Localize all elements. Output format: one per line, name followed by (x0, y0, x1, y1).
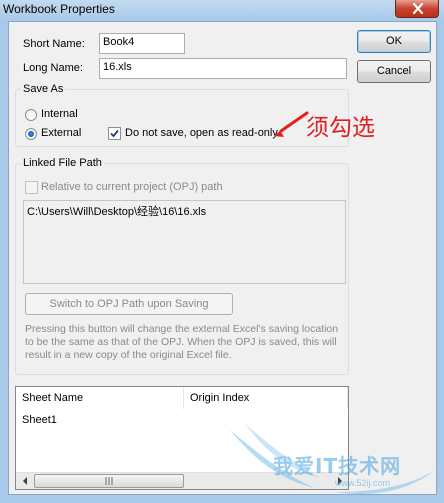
close-button[interactable] (395, 0, 439, 18)
relative-path-checkbox[interactable] (25, 181, 38, 194)
annotation-text: 须勾选 (306, 115, 375, 141)
chevron-left-icon (22, 477, 27, 485)
long-name-input[interactable]: 16.xls (99, 58, 347, 79)
close-icon (412, 3, 424, 14)
linked-path-group-label: Linked File Path (21, 157, 104, 169)
radio-external[interactable] (25, 128, 37, 140)
red-arrow-icon (274, 111, 309, 137)
scrollbar-thumb[interactable] (34, 474, 184, 488)
relative-path-label: Relative to current project (OPJ) path (41, 181, 223, 193)
short-name-input[interactable]: Book4 (99, 33, 185, 54)
radio-external-label: External (41, 127, 82, 139)
long-name-label: Long Name: (23, 62, 83, 74)
radio-internal[interactable] (25, 109, 37, 121)
window-title: Workbook Properties (3, 2, 115, 16)
sheet-name-cell: Sheet1 (22, 414, 57, 426)
column-header-origin-index[interactable]: Origin Index (184, 387, 348, 409)
linked-path-display: C:\Users\Will\Desktop\经验\16\16.xls (23, 200, 346, 284)
short-name-value: Book4 (103, 36, 135, 48)
watermark-text: 我爱IT技术网 (273, 454, 402, 478)
title-bar[interactable]: Workbook Properties (0, 0, 444, 20)
switch-path-button[interactable]: Switch to OPJ Path upon Saving (25, 293, 233, 315)
linked-path-value: C:\Users\Will\Desktop\经验\16\16.xls (27, 206, 207, 218)
save-as-group-label: Save As (21, 83, 66, 95)
switch-path-help-text: Pressing this button will change the ext… (25, 323, 339, 361)
ok-button[interactable]: OK (357, 30, 431, 53)
long-name-value: 16.xls (103, 61, 132, 73)
cancel-button[interactable]: Cancel (357, 60, 431, 83)
watermark-url: www.52ij.com (335, 478, 391, 488)
checkmark-icon (110, 129, 119, 138)
short-name-label: Short Name: (23, 38, 85, 50)
radio-internal-label: Internal (41, 108, 78, 120)
workbook-properties-window: Workbook Properties Short Name: Book4 Lo… (0, 0, 444, 503)
grip-icon (105, 477, 113, 485)
do-not-save-checkbox[interactable] (108, 127, 121, 140)
column-header-sheet-name[interactable]: Sheet Name (16, 387, 184, 409)
scroll-left-button[interactable] (16, 473, 33, 489)
do-not-save-label: Do not save, open as read-only (125, 127, 278, 139)
watermark-logo: 我爱IT技术网 www.52ij.com (225, 420, 440, 500)
